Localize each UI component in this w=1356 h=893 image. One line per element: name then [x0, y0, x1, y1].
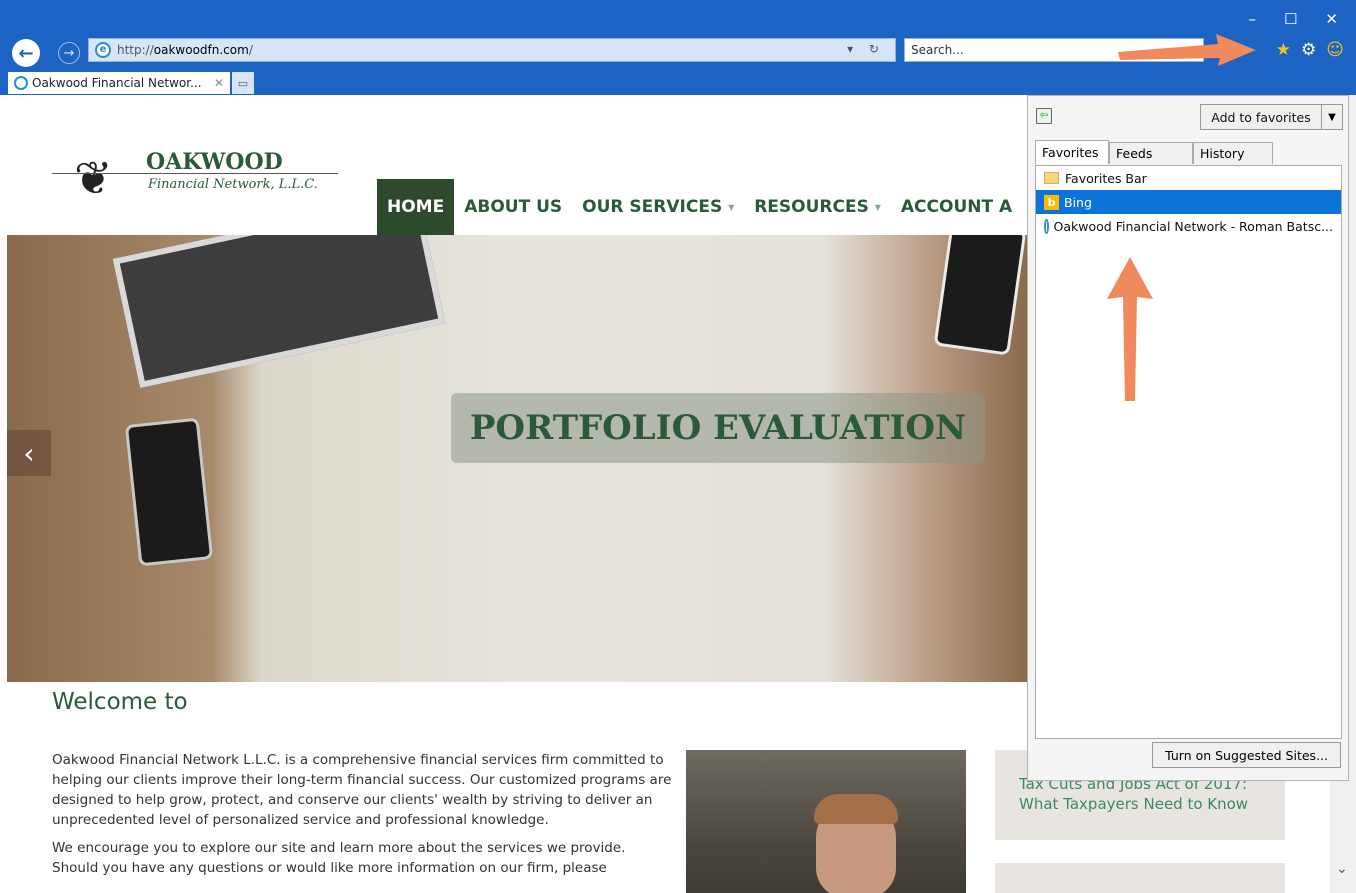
- suggested-sites-button[interactable]: Turn on Suggested Sites...: [1152, 742, 1341, 768]
- annotation-arrow-right-icon: [1118, 34, 1256, 66]
- ie-icon: [1044, 218, 1049, 234]
- back-button[interactable]: ←: [12, 39, 40, 67]
- nav-resources[interactable]: RESOURCES ▾: [744, 179, 891, 235]
- tab-title: Oakwood Financial Networ...: [32, 76, 202, 90]
- list-item[interactable]: Oakwood Financial Network - Roman Batsc.…: [1036, 214, 1341, 238]
- scroll-down-icon[interactable]: ⌄: [1336, 861, 1348, 877]
- tab-favorites[interactable]: Favorites: [1035, 140, 1109, 164]
- hero-title: PORTFOLIO EVALUATION: [451, 393, 985, 463]
- nav-about-us[interactable]: ABOUT US: [454, 179, 572, 235]
- logo-subtitle: Financial Network, L.L.C.: [148, 177, 318, 192]
- logo-name: OAKWOOD: [146, 149, 283, 175]
- oak-leaf-icon: ❦: [74, 151, 113, 205]
- forward-arrow-icon: →: [63, 45, 75, 61]
- chevron-left-icon: ‹: [23, 436, 35, 470]
- add-to-favorites-button[interactable]: Add to favorites: [1200, 104, 1322, 130]
- intro-paragraph: Oakwood Financial Network L.L.C. is a co…: [52, 752, 672, 828]
- nav-label: ACCOUNT A: [900, 197, 1013, 217]
- nav-our-services[interactable]: OUR SERVICES ▾: [572, 179, 744, 235]
- back-arrow-icon: ←: [18, 42, 34, 64]
- article-title-line: What Taxpayers Need to Know: [1019, 795, 1249, 813]
- tab-bar: Oakwood Financial Networ... ✕ ▭: [8, 72, 254, 94]
- favorites-pane: ⇦ Add to favorites ▼ Favorites Feeds His…: [1027, 95, 1349, 781]
- intro-text: Oakwood Financial Network L.L.C. is a co…: [52, 750, 672, 886]
- maximize-button[interactable]: ☐: [1284, 10, 1297, 28]
- url-host: oakwoodfn.com: [153, 43, 249, 57]
- hero-tablet-image: [112, 235, 446, 388]
- bing-icon: b: [1044, 194, 1059, 210]
- list-item[interactable]: Favorites Bar: [1036, 166, 1341, 190]
- site-logo[interactable]: ❦ OAKWOOD Financial Network, L.L.C.: [52, 147, 352, 217]
- favorite-label: Bing: [1064, 194, 1092, 210]
- main-navigation: HOME ABOUT US OUR SERVICES ▾ RESOURCES ▾ A…: [377, 179, 1022, 235]
- hero-phone-image: [933, 235, 1027, 356]
- favorite-label: Favorites Bar: [1065, 170, 1147, 186]
- smiley-feedback-icon[interactable]: ☺: [1326, 40, 1344, 60]
- folder-icon: [1044, 172, 1059, 184]
- new-tab-icon: ▭: [237, 76, 249, 90]
- close-window-button[interactable]: ✕: [1325, 10, 1338, 28]
- hero-slider: PORTFOLIO EVALUATION ‹: [7, 235, 1027, 682]
- tab-oakwood[interactable]: Oakwood Financial Networ... ✕: [8, 72, 230, 94]
- ie-icon: [14, 76, 28, 90]
- nav-label: RESOURCES: [754, 197, 869, 217]
- favorites-tabs: Favorites Feeds History: [1035, 140, 1273, 164]
- new-tab-button[interactable]: ▭: [232, 72, 254, 94]
- tab-feeds[interactable]: Feeds: [1109, 142, 1193, 164]
- nav-label: OUR SERVICES: [582, 197, 723, 217]
- nav-home[interactable]: HOME: [377, 179, 455, 235]
- list-item[interactable]: b Bing: [1036, 190, 1341, 214]
- favorites-list: Favorites Bar b Bing Oakwood Financial Ne…: [1035, 165, 1342, 739]
- chevron-down-icon: ▾: [728, 200, 735, 214]
- gear-icon[interactable]: ⚙: [1301, 40, 1316, 60]
- nav-account[interactable]: ACCOUNT A: [891, 179, 1022, 235]
- slider-prev-button[interactable]: ‹: [7, 430, 51, 476]
- add-favorites-dropdown[interactable]: ▼: [1321, 104, 1343, 130]
- address-bar[interactable]: e http://oakwoodfn.com / ▾ ↻: [88, 38, 896, 62]
- hero-phone-image: [124, 417, 214, 567]
- forward-button[interactable]: →: [58, 42, 80, 64]
- close-tab-icon[interactable]: ✕: [214, 76, 224, 90]
- minimize-button[interactable]: –: [1248, 10, 1256, 28]
- url-protocol: http://: [117, 43, 154, 57]
- tab-history[interactable]: History: [1193, 142, 1273, 164]
- advisor-photo: [686, 750, 966, 893]
- refresh-button[interactable]: ▾ ↻: [847, 42, 885, 56]
- chevron-down-icon: ▾: [874, 200, 881, 214]
- ie-icon: e: [95, 42, 111, 58]
- article-card[interactable]: [995, 863, 1285, 893]
- intro-paragraph: We encourage you to explore our site and…: [52, 840, 626, 876]
- favorite-label: Oakwood Financial Network - Roman Batsc.…: [1053, 218, 1333, 234]
- nav-label: HOME: [387, 197, 445, 217]
- annotation-arrow-up-icon: [1107, 257, 1153, 401]
- window-controls: – ☐ ✕: [1248, 10, 1338, 28]
- portrait-hair: [814, 794, 898, 824]
- pin-pane-icon[interactable]: ⇦: [1036, 108, 1052, 124]
- favorites-star-icon[interactable]: ★: [1276, 40, 1291, 60]
- welcome-heading: Welcome to: [52, 689, 188, 715]
- nav-label: ABOUT US: [464, 197, 563, 217]
- url-path: /: [248, 43, 253, 57]
- toolbar-icons: ★ ⚙ ☺: [1276, 40, 1344, 60]
